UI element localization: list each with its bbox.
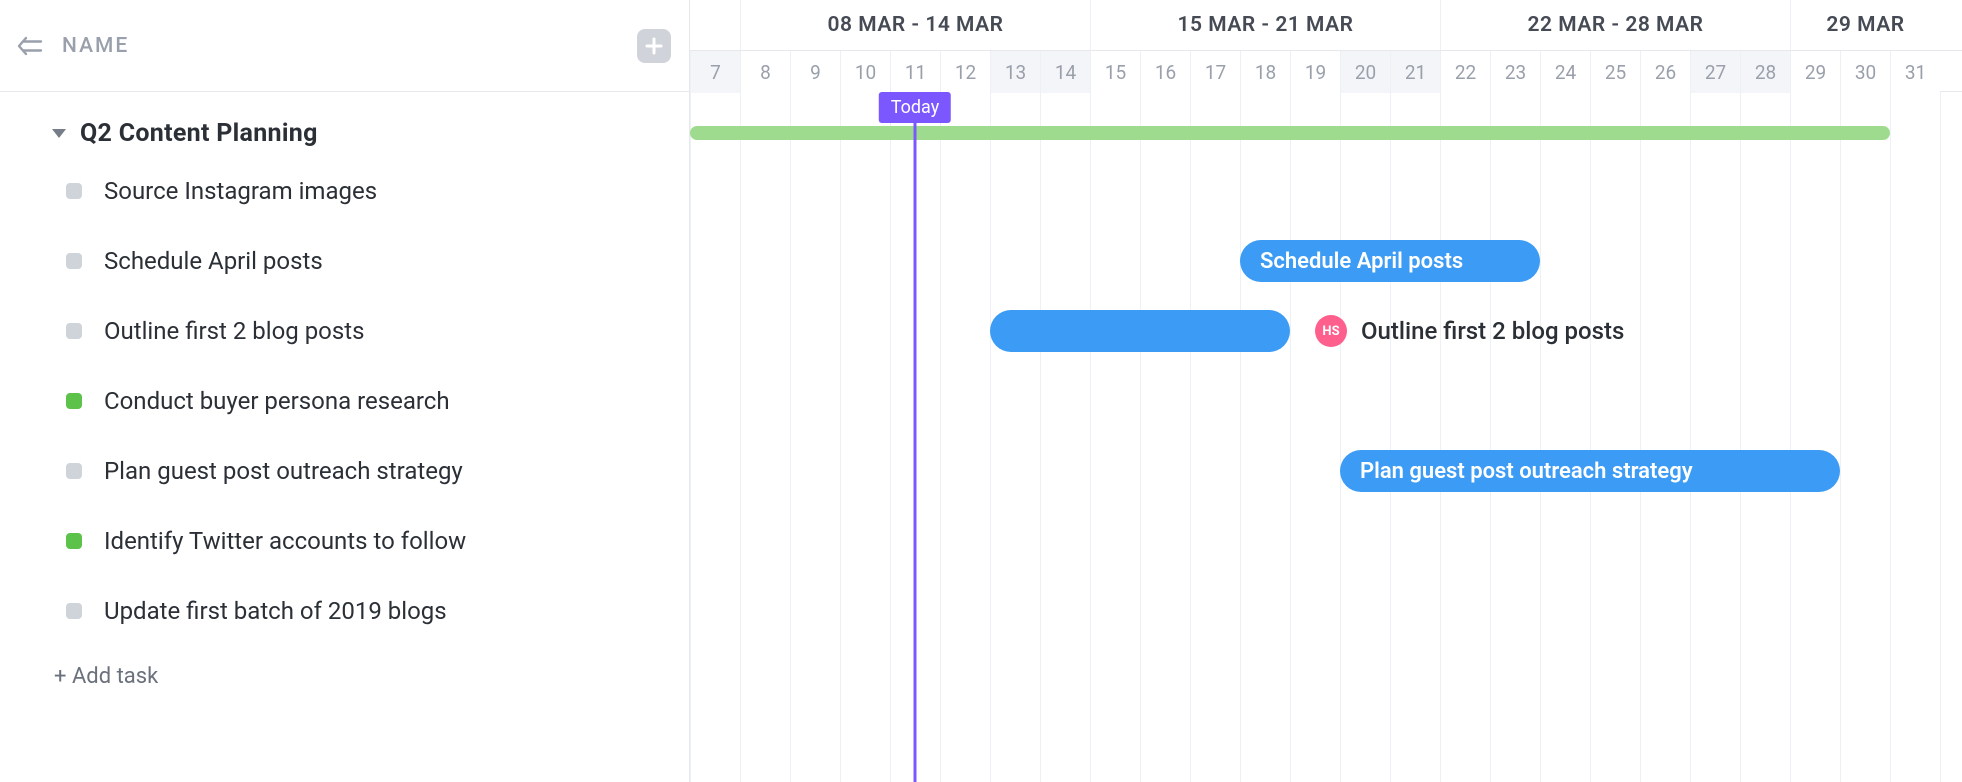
gantt-bar-meta-label: Outline first 2 blog posts: [1361, 317, 1624, 345]
status-dot: [66, 463, 82, 479]
gantt-bar-label: Schedule April posts: [1260, 249, 1463, 274]
task-label: Schedule April posts: [104, 247, 323, 275]
day-header: 14: [1040, 51, 1090, 93]
group-title: Q2 Content Planning: [80, 119, 318, 148]
day-header: 26: [1640, 51, 1690, 93]
day-header: 7: [690, 51, 740, 93]
gantt-bar[interactable]: [990, 310, 1290, 352]
day-header: 13: [990, 51, 1040, 93]
task-label: Conduct buyer persona research: [104, 387, 450, 415]
gantt-bar-label: Plan guest post outreach strategy: [1360, 459, 1693, 484]
task-label: Update first batch of 2019 blogs: [104, 597, 447, 625]
gantt-bar[interactable]: Schedule April posts: [1240, 240, 1540, 282]
task-row[interactable]: Update first batch of 2019 blogs: [0, 576, 689, 646]
status-dot: [66, 183, 82, 199]
day-header: 24: [1540, 51, 1590, 93]
task-label: Source Instagram images: [104, 177, 377, 205]
week-header: 08 MAR - 14 MAR: [740, 0, 1090, 50]
back-icon[interactable]: [16, 32, 44, 60]
status-dot: [66, 393, 82, 409]
task-row[interactable]: Schedule April posts: [0, 226, 689, 296]
task-group[interactable]: Q2 Content Planning: [0, 110, 689, 156]
task-row[interactable]: Identify Twitter accounts to follow: [0, 506, 689, 576]
day-header: 9: [790, 51, 840, 93]
day-header: 18: [1240, 51, 1290, 93]
day-header: 30: [1840, 51, 1890, 93]
task-label: Plan guest post outreach strategy: [104, 457, 463, 485]
week-header: 15 MAR - 21 MAR: [1090, 0, 1440, 50]
status-dot: [66, 323, 82, 339]
day-header: 19: [1290, 51, 1340, 93]
day-header: 23: [1490, 51, 1540, 93]
gantt-bar-meta[interactable]: HS Outline first 2 blog posts: [1315, 310, 1624, 352]
add-task-button[interactable]: + Add task: [0, 646, 689, 706]
today-line: [914, 92, 917, 782]
day-header: 15: [1090, 51, 1140, 93]
caret-down-icon: [52, 129, 66, 138]
day-header: 31: [1890, 51, 1940, 93]
week-header: 29 MAR: [1790, 0, 1940, 50]
day-header: 27: [1690, 51, 1740, 93]
column-header-name: NAME: [62, 34, 129, 58]
day-header: 16: [1140, 51, 1190, 93]
day-header: 10: [840, 51, 890, 93]
add-button[interactable]: [637, 29, 671, 63]
today-badge: Today: [879, 92, 951, 123]
day-header: 29: [1790, 51, 1840, 93]
day-header: 28: [1740, 51, 1790, 93]
task-label: Outline first 2 blog posts: [104, 317, 364, 345]
day-header: 25: [1590, 51, 1640, 93]
assignee-avatar: HS: [1315, 315, 1347, 347]
week-header: 22 MAR - 28 MAR: [1440, 0, 1790, 50]
task-row[interactable]: Outline first 2 blog posts: [0, 296, 689, 366]
task-row[interactable]: Conduct buyer persona research: [0, 366, 689, 436]
day-header: 8: [740, 51, 790, 93]
task-label: Identify Twitter accounts to follow: [104, 527, 466, 555]
day-header: 17: [1190, 51, 1240, 93]
group-bar[interactable]: [690, 126, 1890, 140]
gantt-bar[interactable]: Plan guest post outreach strategy: [1340, 450, 1840, 492]
day-header: 21: [1390, 51, 1440, 93]
task-row[interactable]: Plan guest post outreach strategy: [0, 436, 689, 506]
day-header: 20: [1340, 51, 1390, 93]
day-header: 22: [1440, 51, 1490, 93]
day-header: 11: [890, 51, 940, 93]
status-dot: [66, 253, 82, 269]
status-dot: [66, 603, 82, 619]
task-row[interactable]: Source Instagram images: [0, 156, 689, 226]
day-header: 12: [940, 51, 990, 93]
status-dot: [66, 533, 82, 549]
